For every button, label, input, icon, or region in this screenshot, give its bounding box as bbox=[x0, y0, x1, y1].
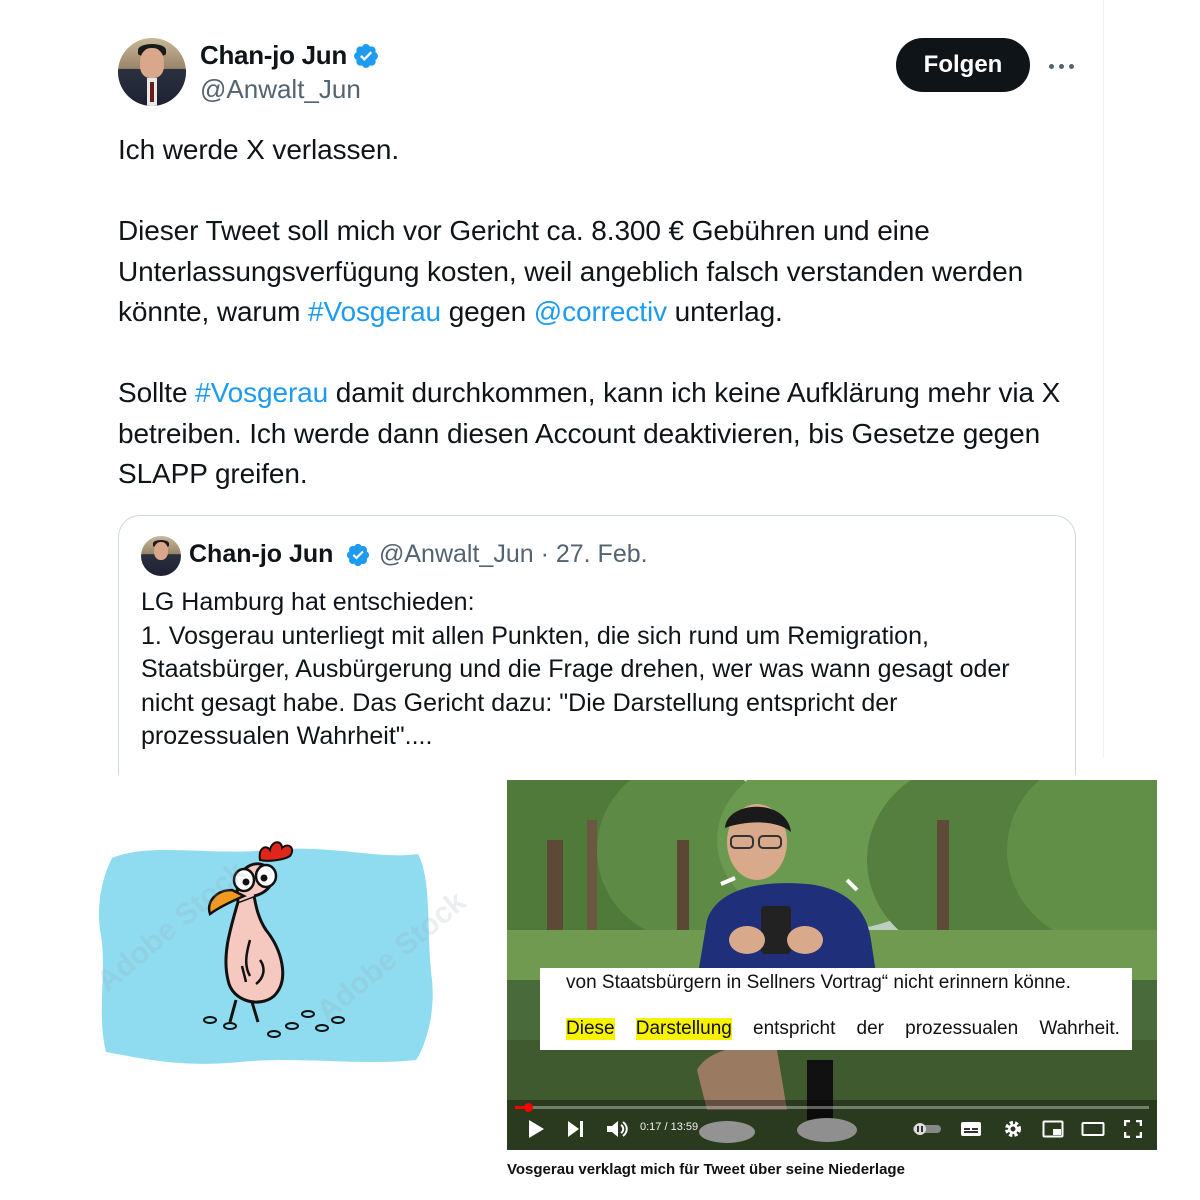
highlighted-word: Darstellung bbox=[635, 1018, 732, 1040]
autoplay-toggle-icon[interactable] bbox=[910, 1116, 944, 1142]
tweet-text-segment: unterlag. bbox=[666, 296, 783, 327]
quoted-author-name: Chan-jo Jun bbox=[189, 540, 334, 568]
subtitle-word: entspricht bbox=[753, 1018, 836, 1039]
miniplayer-icon[interactable] bbox=[1038, 1116, 1068, 1142]
subtitle-line: von Staatsbürgern in Sellners Vortrag“ n… bbox=[566, 972, 1071, 993]
author-avatar[interactable] bbox=[118, 38, 186, 106]
verified-badge-icon bbox=[354, 44, 378, 68]
tweet-card: Chan-jo Jun @Anwalt_Jun Folgen Ich werde… bbox=[0, 0, 1104, 775]
video-frame bbox=[507, 780, 1157, 1150]
subtitle-word: der bbox=[856, 1018, 884, 1039]
progress-scrubber[interactable] bbox=[524, 1103, 533, 1112]
next-icon[interactable] bbox=[562, 1116, 590, 1142]
tweet-text-segment: gegen bbox=[441, 296, 534, 327]
author-name[interactable]: Chan-jo Jun bbox=[200, 40, 347, 71]
follow-button[interactable]: Folgen bbox=[896, 38, 1030, 92]
quoted-verified-badge-icon bbox=[346, 543, 370, 567]
theater-mode-icon[interactable] bbox=[1078, 1116, 1108, 1142]
quoted-author-avatar bbox=[141, 536, 181, 576]
fullscreen-icon[interactable] bbox=[1120, 1116, 1146, 1142]
video-progress-bar[interactable] bbox=[515, 1103, 1149, 1112]
tweet-paragraph: Sollte #Vosgerau damit durchkommen, kann… bbox=[118, 373, 1088, 495]
subtitle-line: Diese Darstellung entspricht der prozessuale… bbox=[566, 1018, 1120, 1040]
tweet-text-segment: Sollte bbox=[118, 377, 196, 408]
subtitle-word: Wahrheit. bbox=[1039, 1018, 1120, 1039]
subtitles-icon[interactable] bbox=[956, 1116, 986, 1142]
mention-link[interactable]: @correctiv bbox=[534, 296, 667, 327]
video-time: 0:17 / 13:59 bbox=[640, 1121, 699, 1133]
hashtag-link[interactable]: #Vosgerau bbox=[195, 377, 328, 408]
author-handle[interactable]: @Anwalt_Jun bbox=[200, 74, 361, 105]
chicken-illustration: Adobe Stock Adobe Stock bbox=[60, 790, 490, 1110]
quoted-line: nicht gesagt habe. Das Gericht dazu: "Di… bbox=[141, 688, 898, 717]
quoted-tweet[interactable]: Chan-jo Jun @Anwalt_Jun · 27. Feb. LG Ha… bbox=[118, 515, 1076, 775]
quoted-handle-date: @Anwalt_Jun · 27. Feb. bbox=[379, 540, 648, 568]
quoted-line: prozessualen Wahrheit".... bbox=[141, 722, 433, 750]
volume-icon[interactable] bbox=[602, 1116, 632, 1142]
tweet-paragraph: Ich werde X verlassen. bbox=[118, 130, 1088, 171]
tweet-text-segment: Ich werde X verlassen. bbox=[118, 134, 400, 165]
video-caption: Vosgerau verklagt mich für Tweet über se… bbox=[507, 1161, 905, 1178]
hashtag-link[interactable]: #Vosgerau bbox=[308, 296, 441, 327]
subtitle-word: prozessualen bbox=[905, 1018, 1019, 1039]
play-icon[interactable] bbox=[522, 1116, 550, 1142]
quoted-tweet-text: LG Hamburg hat entschieden: 1. Vosgerau … bbox=[141, 586, 1061, 754]
quoted-line: 1. Vosgerau unterliegt mit allen Punkten… bbox=[141, 621, 929, 650]
more-options-icon[interactable] bbox=[1040, 48, 1082, 84]
quoted-line: LG Hamburg hat entschieden: bbox=[141, 588, 475, 616]
settings-gear-icon[interactable] bbox=[998, 1116, 1028, 1142]
tweet-text: Ich werde X verlassen. Dieser Tweet soll … bbox=[118, 130, 1088, 495]
highlighted-word: Diese bbox=[566, 1018, 615, 1040]
video-player[interactable] bbox=[507, 780, 1157, 1150]
tweet-paragraph: Dieser Tweet soll mich vor Gericht ca. 8… bbox=[118, 211, 1088, 333]
quoted-line: Staatsbürger, Ausbürgerung und die Frage… bbox=[141, 655, 1010, 683]
